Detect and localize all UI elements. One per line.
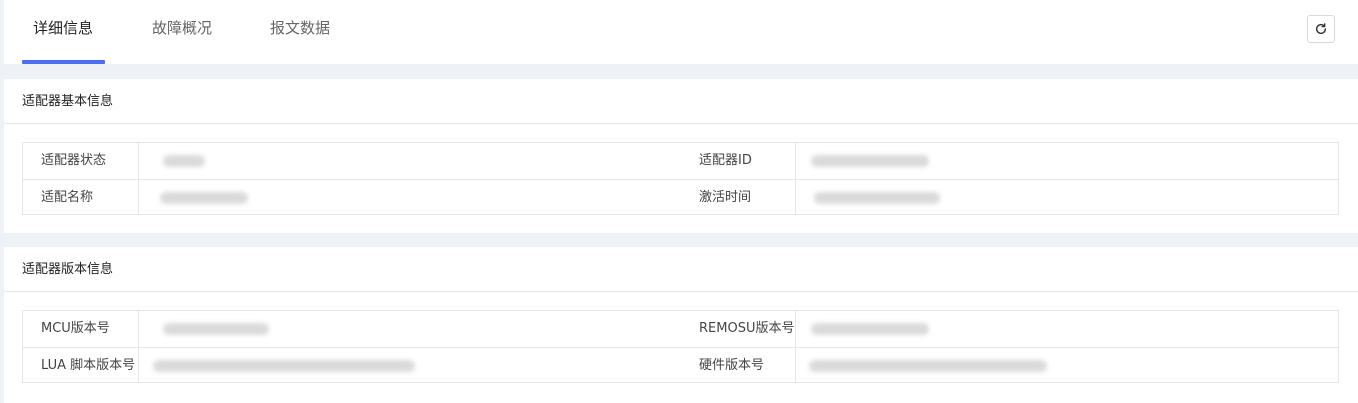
table-row: LUA 脚本版本号 硬件版本号 bbox=[23, 347, 1338, 383]
hardware-version-label: 硬件版本号 bbox=[699, 358, 765, 373]
mcu-version-value-redacted bbox=[163, 323, 269, 335]
refresh-button[interactable] bbox=[1307, 15, 1335, 43]
refresh-icon bbox=[1315, 23, 1327, 35]
table-row: MCU版本号 REMOSU版本号 bbox=[23, 311, 1338, 347]
tab-message-data[interactable]: 报文数据 bbox=[267, 18, 333, 64]
divider bbox=[4, 291, 1358, 292]
table-row: 适配名称 激活时间 bbox=[23, 179, 1338, 215]
basic-info-card: 适配器基本信息 适配器状态 适配器ID 适配名称 激活时间 bbox=[4, 79, 1358, 233]
lua-script-version-label: LUA 脚本版本号 bbox=[41, 358, 136, 373]
activation-time-value-redacted bbox=[814, 192, 940, 204]
version-info-card: 适配器版本信息 MCU版本号 REMOSU版本号 LUA 脚本版本号 硬件版本号 bbox=[4, 247, 1358, 403]
version-info-title: 适配器版本信息 bbox=[22, 262, 114, 277]
tab-details[interactable]: 详细信息 bbox=[30, 18, 96, 64]
hardware-version-value-redacted bbox=[809, 360, 1047, 372]
activation-time-label: 激活时间 bbox=[699, 190, 752, 205]
remosu-version-label: REMOSU版本号 bbox=[699, 321, 795, 336]
adapter-id-value-redacted bbox=[811, 155, 929, 167]
adapter-status-label: 适配器状态 bbox=[41, 153, 107, 168]
version-info-table: MCU版本号 REMOSU版本号 LUA 脚本版本号 硬件版本号 bbox=[22, 310, 1339, 383]
remosu-version-value-redacted bbox=[811, 323, 929, 335]
adapter-name-value-redacted bbox=[160, 192, 248, 204]
mcu-version-label: MCU版本号 bbox=[41, 321, 110, 336]
tab-fault-overview[interactable]: 故障概况 bbox=[149, 18, 215, 64]
lua-script-version-value-redacted bbox=[153, 360, 415, 372]
basic-info-title: 适配器基本信息 bbox=[22, 94, 114, 109]
tab-bar: 详细信息 故障概况 报文数据 bbox=[4, 0, 1358, 64]
adapter-status-value-redacted bbox=[163, 155, 205, 167]
adapter-name-label: 适配名称 bbox=[41, 190, 94, 205]
table-row: 适配器状态 适配器ID bbox=[23, 143, 1338, 179]
divider bbox=[4, 123, 1358, 124]
page: 详细信息 故障概况 报文数据 适配器基本信息 适配器状态 适配器ID 适配名称 bbox=[0, 0, 1358, 403]
basic-info-table: 适配器状态 适配器ID 适配名称 激活时间 bbox=[22, 142, 1339, 215]
adapter-id-label: 适配器ID bbox=[699, 153, 752, 168]
active-tab-indicator bbox=[22, 60, 105, 64]
